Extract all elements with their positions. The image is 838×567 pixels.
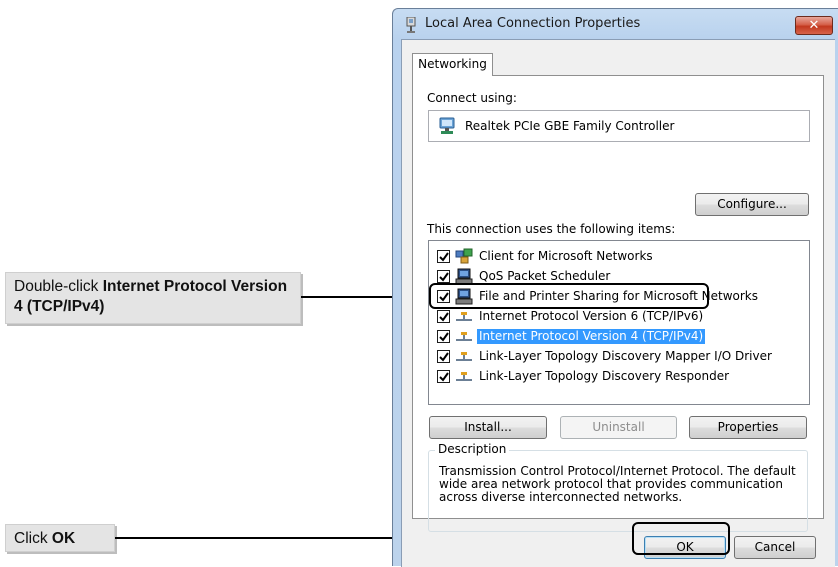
ipv4-highlight-ring [429,283,709,309]
ok-highlight-ring [632,522,730,555]
network-adapter-icon [406,17,416,33]
properties-button-label: Properties [717,420,779,434]
list-item-client-for-microsoft-networks[interactable]: Client for Microsoft Networks [433,247,803,266]
window-title: Local Area Connection Properties [425,16,641,31]
list-item-ipv6[interactable]: Internet Protocol Version 6 (TCP/IPv6) [433,307,803,326]
uninstall-button-label: Uninstall [592,420,645,434]
cancel-button[interactable]: Cancel [734,536,816,559]
list-item-label: QoS Packet Scheduler [479,269,611,283]
description-legend: Description [435,442,510,456]
checkbox[interactable] [437,250,450,263]
configure-button[interactable]: Configure... [695,193,809,216]
list-item-label: Client for Microsoft Networks [479,249,653,263]
check-icon [439,312,449,322]
components-list[interactable]: Client for Microsoft Networks QoS Packet… [428,240,810,405]
list-item-label: Link-Layer Topology Discovery Mapper I/O… [479,349,772,363]
protocol-icon [456,352,472,361]
configure-button-label: Configure... [717,197,787,211]
close-icon: ✕ [808,18,820,33]
description-group: Description Transmission Control Protoco… [428,442,808,532]
checkbox[interactable] [437,310,450,323]
callout-ipv4-prefix: Double-click [14,278,103,295]
network-adapter-icon [439,117,455,134]
network-client-icon [455,248,473,264]
adapter-name: Realtek PCIe GBE Family Controller [465,119,675,133]
properties-button[interactable]: Properties [689,416,807,439]
close-button[interactable]: ✕ [795,16,833,35]
cancel-button-label: Cancel [754,540,796,554]
protocol-icon [456,312,472,321]
list-item-label: Link-Layer Topology Discovery Responder [479,369,730,383]
tab-networking[interactable]: Networking [412,53,493,76]
uninstall-button[interactable]: Uninstall [560,416,677,439]
items-label: This connection uses the following items… [427,222,676,236]
checkbox[interactable] [437,350,450,363]
checkbox[interactable] [437,370,450,383]
checkbox[interactable] [437,330,450,343]
title-bar[interactable]: Local Area Connection Properties ✕ [393,9,838,39]
list-item-lltd-mapper[interactable]: Link-Layer Topology Discovery Mapper I/O… [433,347,803,366]
check-icon [439,252,449,262]
adapter-field: Realtek PCIe GBE Family Controller [428,110,810,142]
callout-ok-prefix: Click [14,530,52,547]
check-icon [439,352,449,362]
list-item-ipv4[interactable]: Internet Protocol Version 4 (TCP/IPv4) [433,327,803,346]
list-item-lltd-responder[interactable]: Link-Layer Topology Discovery Responder [433,367,803,386]
protocol-icon [456,332,472,341]
install-button-label: Install... [464,420,512,434]
callout-double-click-ipv4: Double-click Internet Protocol Version 4… [5,272,301,324]
list-item-label: Internet Protocol Version 4 (TCP/IPv4) [477,329,706,344]
check-icon [439,272,449,282]
install-button[interactable]: Install... [429,416,547,439]
connect-using-label: Connect using: [427,91,517,105]
callout-click-ok: Click OK [5,524,115,552]
description-text: Transmission Control Protocol/Internet P… [439,464,796,504]
checkbox[interactable] [437,270,450,283]
check-icon [439,372,449,382]
protocol-icon [456,372,472,381]
callout-ok-bold: OK [51,530,76,547]
list-item-label: Internet Protocol Version 6 (TCP/IPv6) [479,309,704,323]
check-icon [439,332,449,342]
